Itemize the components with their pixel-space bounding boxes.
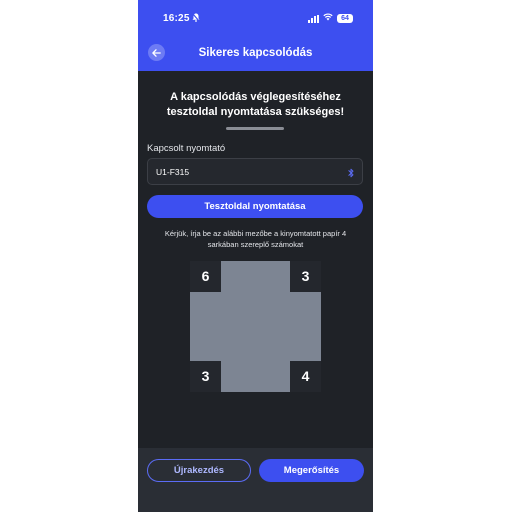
confirm-button[interactable]: Megerősítés	[259, 459, 364, 482]
bluetooth-icon	[348, 166, 354, 178]
status-time: 16:25	[163, 13, 190, 24]
corner-number-bottom-right: 4	[290, 361, 321, 392]
corner-number-top-right: 3	[290, 261, 321, 292]
restart-button[interactable]: Újrakezdés	[147, 459, 251, 482]
divider	[226, 127, 284, 130]
wifi-icon	[323, 13, 333, 24]
nav-bar: Sikeres kapcsolódás	[138, 38, 373, 71]
status-icons: 64	[308, 13, 353, 24]
corner-number-top-left: 6	[190, 261, 221, 292]
status-bar: 16:25 64	[138, 0, 373, 38]
heading-line-1: A kapcsolódás véglegesítéséhez	[170, 91, 341, 103]
page-title: Sikeres kapcsolódás	[198, 47, 313, 59]
phone-screen: 16:25 64 Sikeres kapcsolódás A kapcsolód…	[138, 0, 373, 512]
footer-bar: Újrakezdés Megerősítés	[138, 448, 373, 512]
test-page-preview: 6 3 3 4	[190, 261, 321, 392]
printer-label: Kapcsolt nyomtató	[147, 143, 226, 154]
corner-number-bottom-left: 3	[190, 361, 221, 392]
printer-field[interactable]: U1-F315	[147, 158, 363, 185]
signal-icon	[308, 14, 319, 23]
bell-muted-icon	[192, 13, 200, 24]
printer-value: U1-F315	[156, 167, 190, 177]
instructions-line-2: sarkában szereplő számokat	[207, 240, 304, 249]
battery-icon: 64	[337, 14, 353, 23]
instructions: Kérjük, írja be az alábbi mezőbe a kinyo…	[138, 228, 373, 250]
print-test-page-button[interactable]: Tesztoldal nyomtatása	[147, 195, 363, 218]
heading-line-2: tesztoldal nyomtatása szükséges!	[166, 106, 345, 118]
instructions-line-1: Kérjük, írja be az alábbi mezőbe a kinyo…	[164, 229, 347, 238]
heading: A kapcsolódás véglegesítéséhez tesztolda…	[138, 90, 373, 120]
